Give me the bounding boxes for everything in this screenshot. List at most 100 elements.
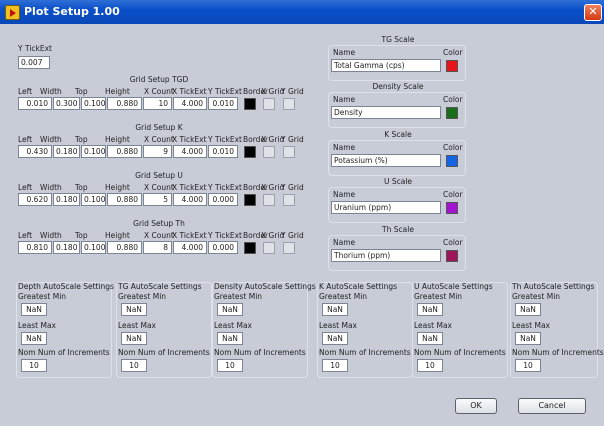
least-max-field[interactable]: NaN bbox=[515, 332, 541, 345]
grid-value-field[interactable]: 4.000 bbox=[173, 193, 207, 206]
grid-value-field[interactable]: 0.100 bbox=[81, 241, 106, 254]
grid-value-field[interactable]: 9 bbox=[143, 145, 172, 158]
scale-name-field[interactable]: Density bbox=[331, 106, 441, 119]
least-max-field[interactable]: NaN bbox=[217, 332, 243, 345]
greatest-min-field[interactable]: NaN bbox=[217, 303, 243, 316]
autoscale-title: Depth AutoScale Settings bbox=[18, 282, 114, 291]
scale-color-label: Color bbox=[443, 48, 463, 57]
grid-value-field[interactable]: 0.180 bbox=[53, 241, 80, 254]
least-max-label: Least Max bbox=[319, 321, 357, 330]
grid-value-field[interactable]: 0.100 bbox=[81, 193, 106, 206]
title-bar: Plot Setup 1.00 ✕ bbox=[0, 0, 604, 24]
least-max-label: Least Max bbox=[18, 321, 56, 330]
least-max-field[interactable]: NaN bbox=[322, 332, 348, 345]
grid-column-label: Width bbox=[40, 183, 62, 192]
greatest-min-field[interactable]: NaN bbox=[322, 303, 348, 316]
scale-name-label: Name bbox=[333, 95, 356, 104]
grid-column-label: X TickExt bbox=[172, 135, 207, 144]
nom-increments-field[interactable]: 10 bbox=[21, 359, 47, 372]
scale-color-swatch[interactable] bbox=[446, 60, 458, 72]
y-tickext-label: Y TickExt bbox=[18, 44, 52, 53]
x-grid-color-swatch[interactable] bbox=[263, 146, 275, 158]
least-max-field[interactable]: NaN bbox=[417, 332, 443, 345]
cancel-button[interactable]: Cancel bbox=[518, 398, 586, 414]
grid-value-field[interactable]: 0.180 bbox=[53, 145, 80, 158]
grid-value-field[interactable]: 4.000 bbox=[173, 241, 207, 254]
nom-increments-label: Nom Num of Increments bbox=[118, 348, 210, 357]
greatest-min-field[interactable]: NaN bbox=[121, 303, 147, 316]
x-grid-color-swatch[interactable] bbox=[263, 242, 275, 254]
scale-color-swatch[interactable] bbox=[446, 107, 458, 119]
y-grid-color-swatch[interactable] bbox=[283, 98, 295, 110]
grid-value-field[interactable]: 0.880 bbox=[107, 241, 142, 254]
nom-increments-field[interactable]: 10 bbox=[322, 359, 348, 372]
grid-value-field[interactable]: 0.880 bbox=[107, 193, 142, 206]
autoscale-title: U AutoScale Settings bbox=[414, 282, 493, 291]
nom-increments-field[interactable]: 10 bbox=[417, 359, 443, 372]
grid-value-field[interactable]: 0.000 bbox=[208, 241, 238, 254]
autoscale-title: TG AutoScale Settings bbox=[118, 282, 202, 291]
y-grid-color-swatch[interactable] bbox=[283, 146, 295, 158]
ok-button[interactable]: OK bbox=[455, 398, 497, 414]
close-button[interactable]: ✕ bbox=[584, 4, 602, 21]
grid-value-field[interactable]: 4.000 bbox=[173, 97, 207, 110]
grid-value-field[interactable]: 0.000 bbox=[208, 193, 238, 206]
grid-value-field[interactable]: 0.880 bbox=[107, 97, 142, 110]
scale-name-label: Name bbox=[333, 190, 356, 199]
nom-increments-field[interactable]: 10 bbox=[121, 359, 147, 372]
grid-value-field[interactable]: 0.620 bbox=[18, 193, 52, 206]
greatest-min-field[interactable]: NaN bbox=[417, 303, 443, 316]
border-color-swatch[interactable] bbox=[244, 98, 256, 110]
border-color-swatch[interactable] bbox=[244, 242, 256, 254]
grid-value-field[interactable]: 10 bbox=[143, 97, 172, 110]
grid-value-field[interactable]: 0.100 bbox=[81, 97, 106, 110]
grid-value-field[interactable]: 0.300 bbox=[53, 97, 80, 110]
scale-name-field[interactable]: Uranium (ppm) bbox=[331, 201, 441, 214]
scale-name-label: Name bbox=[333, 143, 356, 152]
scale-color-swatch[interactable] bbox=[446, 250, 458, 262]
grid-column-label: Y Grid bbox=[281, 183, 304, 192]
scale-name-field[interactable]: Total Gamma (cps) bbox=[331, 59, 441, 72]
scale-name-field[interactable]: Potassium (%) bbox=[331, 154, 441, 167]
nom-increments-label: Nom Num of Increments bbox=[319, 348, 411, 357]
scale-color-label: Color bbox=[443, 238, 463, 247]
greatest-min-field[interactable]: NaN bbox=[515, 303, 541, 316]
y-grid-color-swatch[interactable] bbox=[283, 194, 295, 206]
scale-title: TG Scale bbox=[381, 35, 415, 44]
grid-value-field[interactable]: 0.100 bbox=[81, 145, 106, 158]
grid-value-field[interactable]: 0.010 bbox=[208, 97, 238, 110]
grid-value-field[interactable]: 0.180 bbox=[53, 193, 80, 206]
scale-title: Th Scale bbox=[382, 225, 414, 234]
grid-value-field[interactable]: 0.810 bbox=[18, 241, 52, 254]
y-tickext-field[interactable]: 0.007 bbox=[18, 56, 50, 69]
grid-column-label: Width bbox=[40, 87, 62, 96]
nom-increments-label: Nom Num of Increments bbox=[414, 348, 506, 357]
grid-value-field[interactable]: 0.010 bbox=[208, 145, 238, 158]
least-max-field[interactable]: NaN bbox=[121, 332, 147, 345]
greatest-min-field[interactable]: NaN bbox=[21, 303, 47, 316]
greatest-min-label: Greatest Min bbox=[118, 292, 167, 301]
plot-setup-panel: Y TickExt 0.007 Grid Setup TGD Left Width T… bbox=[0, 24, 604, 426]
grid-value-field[interactable]: 0.880 bbox=[107, 145, 142, 158]
grid-column-label: Top bbox=[75, 87, 88, 96]
grid-value-field[interactable]: 0.430 bbox=[18, 145, 52, 158]
y-grid-color-swatch[interactable] bbox=[283, 242, 295, 254]
scale-color-label: Color bbox=[443, 143, 463, 152]
x-grid-color-swatch[interactable] bbox=[263, 194, 275, 206]
grid-value-field[interactable]: 5 bbox=[143, 193, 172, 206]
scale-name-label: Name bbox=[333, 48, 356, 57]
grid-value-field[interactable]: 4.000 bbox=[173, 145, 207, 158]
scale-name-field[interactable]: Thorium (ppm) bbox=[331, 249, 441, 262]
nom-increments-label: Nom Num of Increments bbox=[18, 348, 110, 357]
border-color-swatch[interactable] bbox=[244, 146, 256, 158]
nom-increments-field[interactable]: 10 bbox=[217, 359, 243, 372]
border-color-swatch[interactable] bbox=[244, 194, 256, 206]
x-grid-color-swatch[interactable] bbox=[263, 98, 275, 110]
scale-color-swatch[interactable] bbox=[446, 155, 458, 167]
nom-increments-field[interactable]: 10 bbox=[515, 359, 541, 372]
grid-column-label: Top bbox=[75, 183, 88, 192]
least-max-field[interactable]: NaN bbox=[21, 332, 47, 345]
grid-value-field[interactable]: 8 bbox=[143, 241, 172, 254]
grid-value-field[interactable]: 0.010 bbox=[18, 97, 52, 110]
scale-color-swatch[interactable] bbox=[446, 202, 458, 214]
